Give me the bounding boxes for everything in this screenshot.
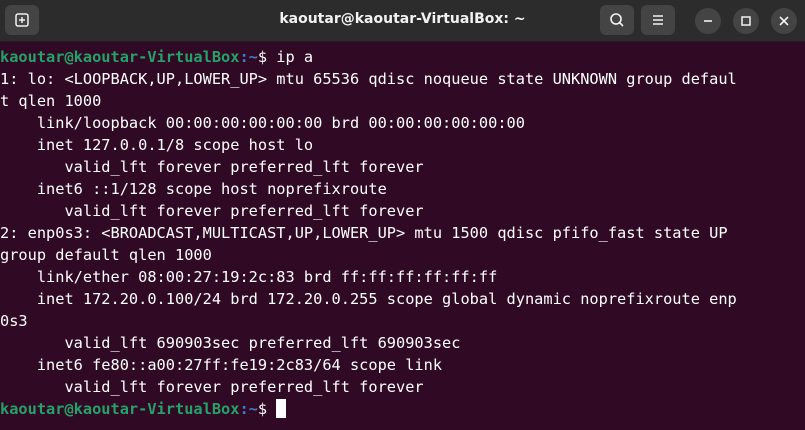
close-button[interactable] [771, 8, 797, 34]
terminal-output[interactable]: kaoutar@kaoutar-VirtualBox:~$ ip a 1: lo… [0, 44, 805, 430]
prompt-user-host: kaoutar@kaoutar-VirtualBox [0, 400, 240, 418]
output-line: inet6 fe80::a00:27ff:fe19:2c83/64 scope … [0, 356, 443, 374]
output-line: link/loopback 00:00:00:00:00:00 brd 00:0… [0, 114, 525, 132]
search-icon [610, 13, 624, 27]
prompt-path: :~ [239, 400, 258, 418]
window-title: kaoutar@kaoutar-VirtualBox: ~ [279, 11, 526, 27]
search-button[interactable] [600, 5, 634, 35]
output-line: inet 172.20.0.100/24 brd 172.20.0.255 sc… [0, 290, 737, 308]
prompt-line: kaoutar@kaoutar-VirtualBox:~$ ip a [0, 46, 313, 68]
maximize-button[interactable] [733, 8, 759, 34]
close-icon [779, 16, 789, 26]
output-line: valid_lft forever preferred_lft forever [0, 158, 424, 176]
output-line: 1: lo: <LOOPBACK,UP,LOWER_UP> mtu 65536 … [0, 70, 737, 88]
maximize-icon [741, 16, 751, 26]
minimize-icon [704, 20, 712, 22]
output-line: group default qlen 1000 [0, 246, 212, 264]
output-line: valid_lft 690903sec preferred_lft 690903… [0, 334, 461, 352]
output-line: valid_lft forever preferred_lft forever [0, 378, 424, 396]
prompt-user-host: kaoutar@kaoutar-VirtualBox [0, 48, 240, 66]
output-line: 2: enp0s3: <BROADCAST,MULTICAST,UP,LOWER… [0, 224, 728, 242]
prompt-line: kaoutar@kaoutar-VirtualBox:~$ [0, 398, 287, 420]
text-cursor [276, 399, 287, 418]
hamburger-menu-icon [653, 15, 663, 25]
title-bar: kaoutar@kaoutar-VirtualBox: ~ [0, 0, 805, 42]
output-line: link/ether 08:00:27:19:2c:83 brd ff:ff:f… [0, 268, 498, 286]
menu-button[interactable] [641, 5, 675, 35]
command-text: ip a [276, 48, 314, 66]
output-line: valid_lft forever preferred_lft forever [0, 202, 424, 220]
minimize-button[interactable] [695, 8, 721, 34]
prompt-symbol: $ [257, 400, 277, 418]
output-line: inet 127.0.0.1/8 scope host lo [0, 136, 314, 154]
output-line: inet6 ::1/128 scope host noprefixroute [0, 180, 387, 198]
output-line: 0s3 [0, 312, 28, 330]
output-line: t qlen 1000 [0, 92, 102, 110]
prompt-path: :~ [239, 48, 258, 66]
prompt-symbol: $ [257, 48, 277, 66]
